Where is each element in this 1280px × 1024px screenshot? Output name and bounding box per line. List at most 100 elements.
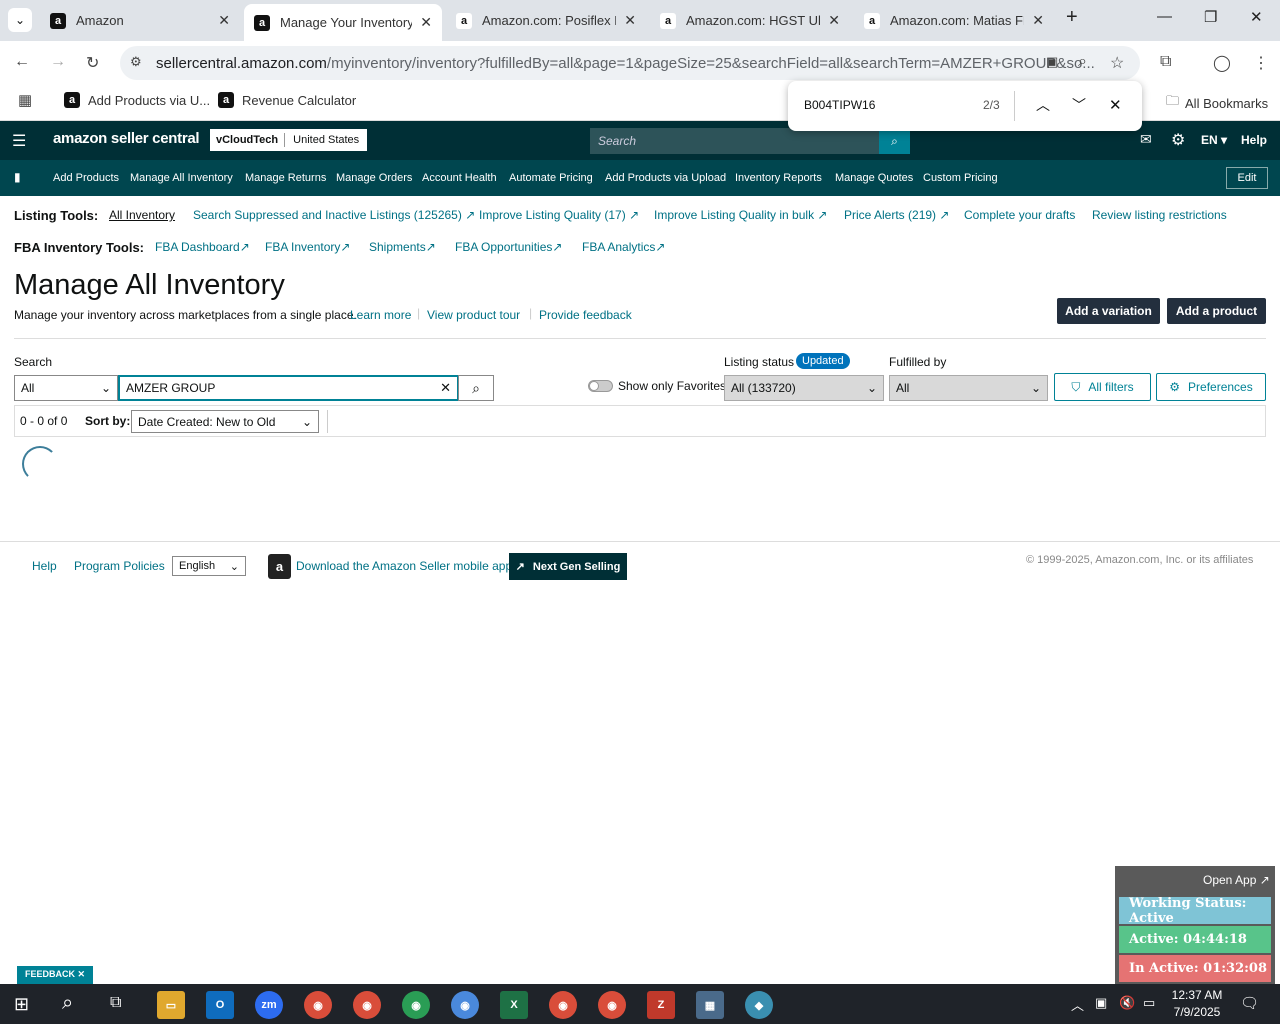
sort-select[interactable]: Date Created: New to Old ⌄ — [131, 410, 319, 433]
fba-dashboard-link[interactable]: FBA Dashboard↗ — [155, 240, 250, 254]
close-tab-icon[interactable]: ✕ — [828, 12, 840, 29]
listing-tool-drafts[interactable]: Complete your drafts — [964, 208, 1075, 222]
minimize-icon[interactable]: — — [1157, 8, 1172, 25]
add-product-button[interactable]: Add a product — [1167, 298, 1266, 324]
open-app-link[interactable]: Open App ↗ — [1203, 873, 1270, 887]
close-tab-icon[interactable]: ✕ — [218, 12, 230, 29]
nav-manage-all-inventory[interactable]: Manage All Inventory — [130, 172, 233, 184]
fba-analytics-link[interactable]: FBA Analytics↗ — [582, 240, 665, 254]
nav-edit-button[interactable]: Edit — [1226, 167, 1268, 189]
task-view-icon[interactable]: ⧉ — [110, 994, 121, 1012]
display-icon[interactable]: ▭ — [1143, 995, 1155, 1011]
taskbar-date[interactable]: 7/9/2025 — [1170, 1005, 1224, 1019]
footer-language-select[interactable]: English ⌄ — [172, 556, 246, 576]
volume-muted-icon[interactable]: 🔇 — [1119, 995, 1135, 1011]
outlook-icon[interactable]: O — [206, 991, 234, 1019]
amazon-app-icon[interactable]: a — [268, 554, 291, 579]
nav-add-products[interactable]: Add Products — [53, 172, 119, 184]
close-tab-icon[interactable]: ✕ — [1032, 12, 1044, 29]
feedback-tab[interactable]: FEEDBACK ✕ — [17, 966, 94, 984]
clear-search-icon[interactable]: ✕ — [440, 380, 451, 396]
provide-feedback-link[interactable]: Provide feedback — [539, 308, 632, 322]
seller-search-input[interactable]: Search — [590, 128, 880, 154]
window-close-icon[interactable]: ✕ — [1250, 8, 1263, 26]
nav-custom-pricing[interactable]: Custom Pricing — [923, 172, 998, 184]
tab-matias[interactable]: a Amazon.com: Matias FK3 ✕ — [854, 4, 1054, 37]
find-prev-icon[interactable]: ︿ — [1036, 95, 1050, 115]
chrome-profile-icon[interactable]: ◉ — [402, 991, 430, 1019]
listing-tool-quality[interactable]: Improve Listing Quality (17) ↗ — [479, 208, 639, 222]
tab-search-chevron-icon[interactable]: ⌄ — [8, 8, 32, 32]
listing-tool-quality-bulk[interactable]: Improve Listing Quality in bulk ↗ — [654, 208, 827, 222]
chrome-profile-icon[interactable]: ◉ — [549, 991, 577, 1019]
fba-inventory-link[interactable]: FBA Inventory↗ — [265, 240, 350, 254]
mail-icon[interactable]: ✉ — [1140, 131, 1152, 148]
bookmark-star-icon[interactable]: ☆ — [1110, 53, 1124, 73]
close-tab-icon[interactable]: ✕ — [624, 12, 636, 29]
profile-icon[interactable]: ◯ — [1213, 53, 1231, 73]
windows-start-icon[interactable]: ⊞ — [14, 994, 29, 1015]
account-switcher[interactable]: vCloudTech United States — [210, 129, 368, 151]
find-input[interactable]: B004TIPW16 — [804, 98, 875, 112]
menu-icon[interactable]: ⋮ — [1253, 53, 1269, 73]
restore-icon[interactable]: ❐ — [1204, 8, 1217, 26]
app-diamond-icon[interactable]: ◆ — [745, 991, 773, 1019]
download-app-link[interactable]: Download the Amazon Seller mobile app — [296, 559, 512, 573]
all-bookmarks[interactable]: 🗀 All Bookmarks — [1166, 92, 1268, 114]
seller-central-logo[interactable]: amazon seller central — [53, 130, 200, 147]
listing-tool-all-inventory[interactable]: All Inventory — [109, 208, 175, 222]
calculator-icon[interactable]: ▦ — [696, 991, 724, 1019]
network-icon[interactable]: ▣ — [1095, 995, 1107, 1011]
file-explorer-icon[interactable]: ▭ — [157, 991, 185, 1019]
bookmark-revenue-calculator[interactable]: a Revenue Calculator — [218, 92, 356, 108]
tab-amazon[interactable]: a Amazon ✕ — [40, 4, 240, 37]
bookmark-nav-icon[interactable]: ▮ — [14, 170, 21, 184]
preferences-button[interactable]: ⚙ Preferences — [1156, 373, 1266, 401]
listing-tool-suppressed[interactable]: Search Suppressed and Inactive Listings … — [193, 208, 475, 222]
favorites-toggle[interactable] — [588, 380, 613, 392]
fulfilled-by-select[interactable]: All ⌄ — [889, 375, 1048, 401]
apps-grid-icon[interactable]: ▦ — [18, 91, 32, 109]
filezilla-icon[interactable]: Z — [647, 991, 675, 1019]
nav-manage-orders[interactable]: Manage Orders — [336, 172, 412, 184]
settings-gear-icon[interactable]: ⚙ — [1171, 130, 1185, 150]
find-next-icon[interactable]: ﹀ — [1072, 95, 1086, 115]
add-variation-button[interactable]: Add a variation — [1057, 298, 1160, 324]
chrome-profile-icon[interactable]: ◉ — [598, 991, 626, 1019]
listing-tool-price-alerts[interactable]: Price Alerts (219) ↗ — [844, 208, 949, 222]
close-icon[interactable]: ✕ — [78, 969, 86, 979]
bookmark-add-products[interactable]: a Add Products via U... — [64, 92, 210, 108]
reload-icon[interactable]: ↻ — [86, 53, 99, 73]
page-search-icon[interactable]: ▣ — [1046, 54, 1058, 70]
site-info-icon[interactable]: ⚙ — [130, 54, 142, 70]
search-input[interactable]: AMZER GROUP ✕ — [118, 375, 459, 401]
nav-inventory-reports[interactable]: Inventory Reports — [735, 172, 822, 184]
chrome-active-icon[interactable]: ◉ — [451, 991, 479, 1019]
chrome-icon[interactable]: ◉ — [304, 991, 332, 1019]
tab-manage-your-inventory[interactable]: a Manage Your Inventory ✕ — [244, 4, 442, 41]
footer-help-link[interactable]: Help — [32, 559, 57, 573]
nav-add-products-upload[interactable]: Add Products via Upload — [605, 172, 726, 184]
close-tab-icon[interactable]: ✕ — [420, 14, 432, 31]
new-tab-icon[interactable]: + — [1066, 6, 1078, 29]
all-filters-button[interactable]: ⛉ All filters — [1054, 373, 1151, 401]
help-link[interactable]: Help — [1241, 133, 1267, 147]
notifications-icon[interactable]: 🗨 — [1240, 994, 1259, 1012]
zoom-icon[interactable]: ⌕ — [1078, 53, 1087, 71]
listing-tool-restrictions[interactable]: Review listing restrictions — [1092, 208, 1227, 222]
forward-icon[interactable]: → — [50, 53, 66, 71]
footer-policies-link[interactable]: Program Policies — [74, 559, 165, 573]
nav-manage-quotes[interactable]: Manage Quotes — [835, 172, 913, 184]
excel-icon[interactable]: X — [500, 991, 528, 1019]
next-gen-selling-button[interactable]: ↗ Next Gen Selling — [509, 553, 627, 580]
search-submit-icon[interactable]: ⌕ — [458, 375, 494, 401]
chrome-profile-icon[interactable]: ◉ — [353, 991, 381, 1019]
taskbar-time[interactable]: 12:37 AM — [1170, 988, 1224, 1002]
language-selector[interactable]: EN ▾ — [1201, 133, 1227, 147]
fba-opportunities-link[interactable]: FBA Opportunities↗ — [455, 240, 562, 254]
tab-posiflex[interactable]: a Amazon.com: Posiflex PD ✕ — [446, 4, 646, 37]
back-icon[interactable]: ← — [14, 53, 30, 71]
taskbar-search-icon[interactable]: ⌕ — [62, 992, 73, 1015]
listing-status-select[interactable]: All (133720) ⌄ — [724, 375, 884, 401]
address-bar[interactable]: sellercentral.amazon.com/myinventory/inv… — [120, 46, 1140, 80]
